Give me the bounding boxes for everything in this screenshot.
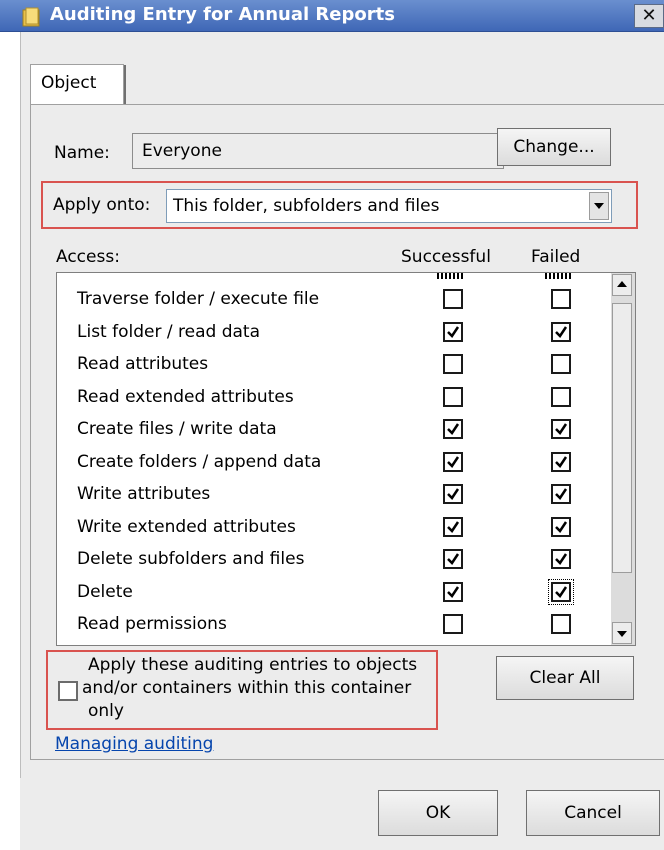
permissions-scrollbar[interactable] xyxy=(611,273,635,645)
successful-checkbox[interactable] xyxy=(443,354,463,374)
apply-onto-label: Apply onto: xyxy=(53,195,151,215)
permissions-list[interactable]: Traverse folder / execute file List folde… xyxy=(56,272,636,646)
failed-checkbox[interactable] xyxy=(551,419,571,439)
successful-checkbox[interactable] xyxy=(443,386,463,407)
tab-shadow xyxy=(124,65,126,105)
scroll-thumb[interactable] xyxy=(612,303,632,573)
permission-label: Read permissions xyxy=(77,614,227,634)
apply-container-line-1: Apply these auditing entries to objects xyxy=(88,655,418,675)
folder-icon xyxy=(22,7,42,27)
successful-checkbox[interactable] xyxy=(443,549,463,569)
apply-onto-value: This folder, subfolders and files xyxy=(173,196,440,216)
permission-label: Create folders / append data xyxy=(77,451,322,472)
ok-button[interactable]: OK xyxy=(378,790,498,836)
successful-checkbox[interactable] xyxy=(443,516,463,537)
failed-checkbox[interactable] xyxy=(551,614,571,634)
apply-onto-select[interactable]: This folder, subfolders and files xyxy=(166,189,612,223)
successful-checkbox[interactable] xyxy=(443,289,463,309)
permission-label: Traverse folder / execute file xyxy=(77,289,320,309)
failed-checkbox[interactable] xyxy=(551,484,571,504)
successful-checkbox[interactable] xyxy=(443,451,463,472)
failed-checkbox[interactable] xyxy=(548,578,574,605)
permission-label: Write attributes xyxy=(77,484,211,504)
access-label: Access: xyxy=(56,247,120,267)
permission-label: Read attributes xyxy=(77,354,209,374)
apply-container-line-2: and/or containers within this container xyxy=(82,678,412,698)
chevron-down-icon[interactable] xyxy=(589,192,609,220)
failed-checkbox[interactable] xyxy=(551,549,571,569)
change-button[interactable]: Change... xyxy=(497,128,611,166)
successful-checkbox[interactable] xyxy=(443,484,463,504)
failed-checkbox[interactable] xyxy=(551,451,571,472)
permission-label: Create files / write data xyxy=(77,419,277,439)
failed-column-header: Failed xyxy=(531,247,581,267)
successful-checkbox[interactable] xyxy=(443,581,463,602)
managing-auditing-link[interactable]: Managing auditing xyxy=(55,734,213,754)
failed-checkbox[interactable] xyxy=(551,516,571,537)
failed-checkbox[interactable] xyxy=(551,386,571,407)
failed-checkbox[interactable] xyxy=(551,354,571,374)
permission-label: Write extended attributes xyxy=(77,516,296,537)
scroll-down-button[interactable] xyxy=(612,622,632,644)
clear-all-button[interactable]: Clear All xyxy=(496,656,634,700)
permission-label: Read extended attributes xyxy=(77,386,294,407)
permission-label: List folder / read data xyxy=(77,321,260,342)
cut-off-row-indicator xyxy=(437,273,463,279)
permission-label: Delete subfolders and files xyxy=(77,549,305,569)
failed-checkbox[interactable] xyxy=(551,289,571,309)
successful-checkbox[interactable] xyxy=(443,614,463,634)
tab-object-label: Object xyxy=(41,73,97,93)
apply-container-checkbox[interactable] xyxy=(58,681,78,701)
cancel-button[interactable]: Cancel xyxy=(526,790,660,836)
name-field: Everyone xyxy=(132,133,504,169)
permission-label: Delete xyxy=(77,581,133,602)
successful-checkbox[interactable] xyxy=(443,321,463,342)
apply-container-line-3: only xyxy=(88,701,124,721)
title-bar: Auditing Entry for Annual Reports ✕ xyxy=(0,0,664,32)
successful-checkbox[interactable] xyxy=(443,419,463,439)
close-button[interactable]: ✕ xyxy=(634,4,664,28)
failed-checkbox[interactable] xyxy=(551,321,571,342)
apply-container-label: Apply these auditing entries to objects … xyxy=(82,654,418,723)
window-title: Auditing Entry for Annual Reports xyxy=(50,4,395,25)
tab-object[interactable]: Object xyxy=(30,64,124,106)
successful-column-header: Successful xyxy=(401,247,491,267)
cut-off-row-indicator xyxy=(545,273,571,279)
name-label: Name: xyxy=(54,143,110,163)
scroll-up-button[interactable] xyxy=(612,274,632,296)
